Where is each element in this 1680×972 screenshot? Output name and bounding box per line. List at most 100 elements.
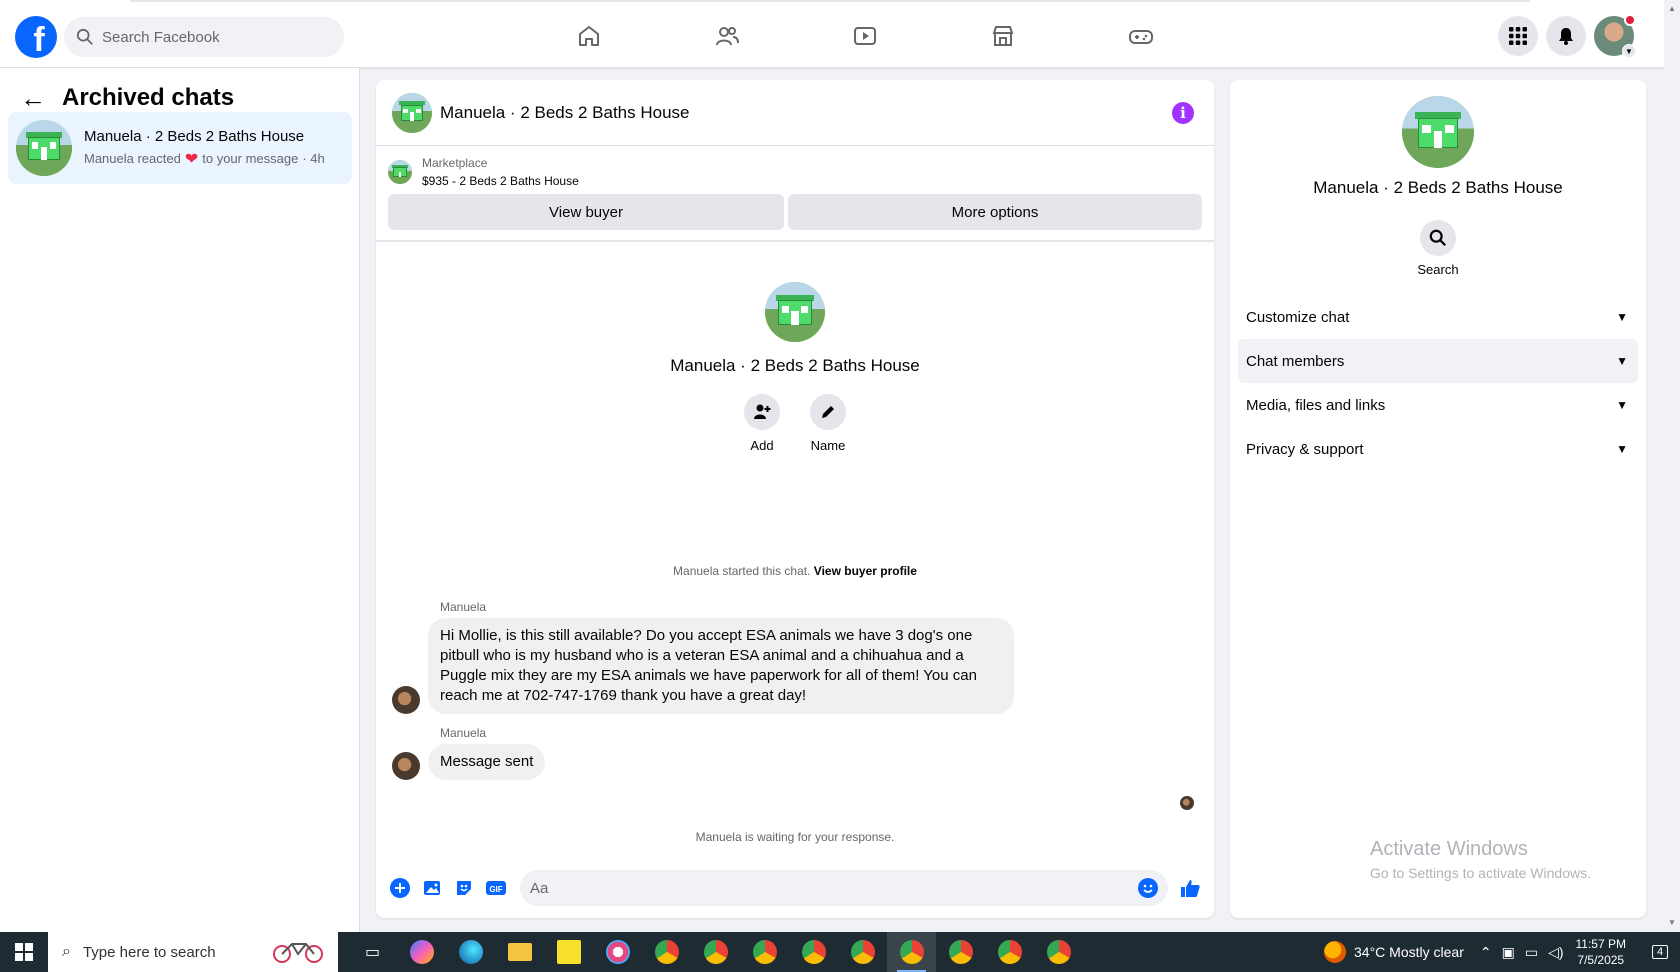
emoji-icon[interactable] xyxy=(1138,878,1158,898)
chevron-down-icon: ▼ xyxy=(1616,442,1628,456)
privacy-support-section[interactable]: Privacy & support ▼ xyxy=(1238,427,1638,471)
file-explorer-icon[interactable] xyxy=(495,932,544,972)
search-icon xyxy=(1419,220,1456,256)
thumbs-up-icon[interactable] xyxy=(1174,872,1206,904)
chat-details-panel: Manuela · 2 Beds 2 Baths House Search Cu… xyxy=(1230,80,1646,918)
page-scrollbar[interactable]: ▲ ▼ xyxy=(1664,0,1680,932)
home-icon[interactable] xyxy=(520,16,658,56)
chevron-down-icon: ▼ xyxy=(1616,310,1628,324)
chrome-profile-icon[interactable] xyxy=(936,932,985,972)
customize-chat-section[interactable]: Customize chat ▼ xyxy=(1238,295,1638,339)
media-files-links-section[interactable]: Media, files and links ▼ xyxy=(1238,383,1638,427)
notification-center-icon[interactable]: 4 xyxy=(1640,932,1680,972)
listing-avatar xyxy=(16,120,72,176)
chevron-up-icon[interactable]: ⌃ xyxy=(1480,944,1492,961)
page-title: Archived chats xyxy=(62,84,235,111)
chrome-icon[interactable] xyxy=(642,932,691,972)
paint-icon[interactable] xyxy=(593,932,642,972)
profile-avatar[interactable]: ▼ xyxy=(1594,14,1636,58)
activate-windows-watermark: Activate Windows Go to Settings to activ… xyxy=(1370,838,1591,881)
svg-text:GIF: GIF xyxy=(489,885,502,894)
info-icon[interactable]: i xyxy=(1172,102,1194,124)
bicycle-icon xyxy=(273,943,323,963)
chrome-profile-icon[interactable] xyxy=(838,932,887,972)
back-arrow-icon[interactable]: ← xyxy=(20,83,46,114)
friends-icon[interactable] xyxy=(658,16,796,56)
more-options-button[interactable]: More options xyxy=(788,194,1202,230)
chrome-profile-icon[interactable] xyxy=(691,932,740,972)
archived-chats-panel: ← Archived chats Manuela · 2 Beds 2 Bath… xyxy=(0,68,360,932)
notifications-icon[interactable] xyxy=(1546,16,1586,56)
intro-name: Manuela · 2 Beds 2 Baths House xyxy=(670,356,920,375)
start-button[interactable] xyxy=(0,932,48,972)
plus-icon[interactable] xyxy=(384,872,416,904)
weather-widget[interactable]: 34°C Mostly clear xyxy=(1324,941,1464,963)
scroll-down-icon[interactable]: ▼ xyxy=(1668,918,1676,927)
account-controls: ▼ xyxy=(1498,14,1636,58)
clock[interactable]: 11:57 PM 7/5/2025 xyxy=(1576,936,1626,968)
message-bubble[interactable]: Message sent xyxy=(428,744,546,780)
windows-logo-icon xyxy=(15,943,33,961)
details-sections: Customize chat ▼ Chat members ▼ Media, fil… xyxy=(1230,295,1646,471)
message-input-box[interactable] xyxy=(520,870,1168,906)
chrome-profile-icon[interactable] xyxy=(740,932,789,972)
task-view-icon[interactable]: ▭ xyxy=(348,932,397,972)
seen-indicator xyxy=(1180,796,1194,810)
marketplace-label: Marketplace xyxy=(422,156,488,170)
view-buyer-profile-link[interactable]: View buyer profile xyxy=(814,564,917,578)
facebook-logo[interactable]: f xyxy=(15,16,57,58)
menu-grid-icon[interactable] xyxy=(1498,16,1538,56)
sticky-notes-icon[interactable] xyxy=(544,932,593,972)
taskbar-apps: ▭ xyxy=(348,932,1083,972)
marketplace-icon[interactable] xyxy=(934,16,1072,56)
weather-icon xyxy=(1324,941,1347,963)
video-icon[interactable] xyxy=(796,16,934,56)
conversation-header: Manuela · 2 Beds 2 Baths House i xyxy=(376,80,1214,146)
taskbar-search[interactable]: ⌕ Type here to search xyxy=(48,932,338,972)
windows-taskbar: ⌕ Type here to search ▭ 34°C Mostly clea… xyxy=(0,932,1680,972)
system-tray: 34°C Mostly clear ⌃ ▣ ▭ ◁) 11:57 PM 7/5/… xyxy=(1324,932,1680,972)
chat-preview: Manuela reacted ❤ to your message · 4h xyxy=(84,150,325,168)
search-input[interactable] xyxy=(102,28,322,46)
message-bubble[interactable]: Hi Mollie, is this still available? Do y… xyxy=(428,618,1014,714)
chrome-profile-icon[interactable] xyxy=(1034,932,1083,972)
top-navigation-bar: f ▼ xyxy=(0,0,1664,68)
notification-dot xyxy=(1624,14,1636,26)
search-in-conversation-button[interactable]: Search xyxy=(1417,220,1459,277)
marketplace-listing[interactable]: Marketplace $935 - 2 Beds 2 Baths House xyxy=(376,146,1214,188)
network-icon[interactable]: ▭ xyxy=(1525,944,1538,961)
sender-avatar[interactable] xyxy=(392,752,420,780)
search-icon xyxy=(76,28,93,45)
edit-name-button[interactable]: Name xyxy=(810,394,846,453)
view-buyer-button[interactable]: View buyer xyxy=(388,194,784,230)
message-input[interactable] xyxy=(530,879,1090,897)
conversation-panel: Manuela · 2 Beds 2 Baths House i Marketp… xyxy=(376,80,1214,918)
volume-icon[interactable]: ◁) xyxy=(1548,944,1563,961)
photo-icon[interactable] xyxy=(416,872,448,904)
add-person-button[interactable]: Add xyxy=(744,394,780,453)
chat-list-item[interactable]: Manuela · 2 Beds 2 Baths House Manuela r… xyxy=(8,112,352,184)
chat-started-note: Manuela started this chat. View buyer pr… xyxy=(673,564,917,578)
sticker-icon[interactable] xyxy=(448,872,480,904)
edge-icon[interactable] xyxy=(446,932,495,972)
conversation-title[interactable]: Manuela · 2 Beds 2 Baths House xyxy=(440,103,689,123)
chrome-profile-icon[interactable] xyxy=(789,932,838,972)
chat-members-section[interactable]: Chat members ▼ xyxy=(1238,339,1638,383)
scroll-up-icon[interactable]: ▲ xyxy=(1668,4,1676,13)
chrome-profile-icon[interactable] xyxy=(985,932,1034,972)
copilot-icon[interactable] xyxy=(397,932,446,972)
chat-name: Manuela · 2 Beds 2 Baths House xyxy=(84,127,305,145)
gaming-icon[interactable] xyxy=(1072,16,1210,56)
add-person-icon xyxy=(744,394,780,430)
chrome-profile-icon-active[interactable] xyxy=(887,932,936,972)
header-avatar[interactable] xyxy=(392,92,432,133)
message-group: Manuela Hi Mollie, is this still availab… xyxy=(392,600,1014,714)
search-facebook-box[interactable] xyxy=(64,17,344,57)
chat-time: · 4h xyxy=(302,151,325,166)
listing-actions: View buyer More options xyxy=(376,188,1214,230)
chevron-down-icon: ▼ xyxy=(1616,354,1628,368)
chevron-down-icon: ▼ xyxy=(1622,44,1636,58)
meet-icon[interactable]: ▣ xyxy=(1502,944,1515,961)
gif-icon[interactable]: GIF xyxy=(480,872,512,904)
sender-avatar[interactable] xyxy=(392,686,420,714)
